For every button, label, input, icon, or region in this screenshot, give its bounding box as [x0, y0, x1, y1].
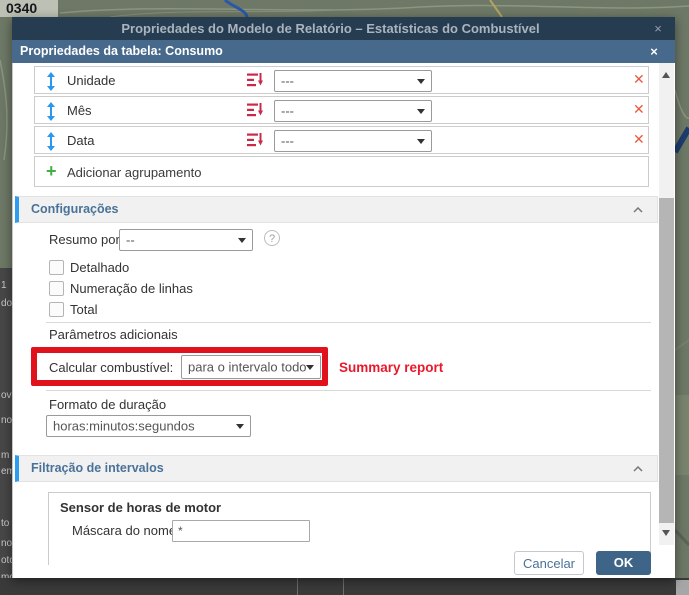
table-close-icon[interactable]: × — [644, 40, 664, 63]
dialog-body: Unidade --- ✕ Mês — [12, 63, 675, 578]
grouping-select[interactable]: --- — [274, 130, 432, 152]
checkbox-detailed[interactable] — [49, 260, 64, 275]
clipped-text: not — [1, 538, 12, 549]
engine-hours-title: Sensor de horas de motor — [60, 500, 221, 515]
grouping-select-value: --- — [281, 74, 294, 89]
grouping-row: Data --- ✕ — [34, 126, 649, 154]
name-mask-input[interactable] — [172, 520, 310, 542]
summary-by-label: Resumo por: — [49, 232, 123, 247]
chevron-up-icon — [633, 466, 643, 472]
column-divider — [343, 578, 344, 595]
duration-format-select[interactable]: horas:minutos:segundos — [46, 415, 251, 437]
background-bottom-panel — [0, 578, 689, 595]
table-properties-titlebar[interactable]: Propriedades da tabela: Consumo × — [12, 40, 675, 63]
checkbox-detailed-label: Detalhado — [70, 260, 129, 275]
chevron-down-icon — [238, 238, 246, 243]
add-grouping-label: Adicionar agrupamento — [67, 165, 201, 180]
chevron-down-icon — [236, 424, 244, 429]
report-template-title: Propriedades do Modelo de Relatório – Es… — [12, 17, 649, 40]
close-icon[interactable]: × — [648, 17, 668, 40]
chevron-down-icon — [417, 109, 425, 114]
settings-section-title: Configurações — [31, 197, 119, 222]
panel-corner — [676, 580, 689, 595]
clipped-text: no — [1, 415, 12, 426]
remove-grouping-icon[interactable]: ✕ — [633, 101, 645, 118]
help-icon[interactable]: ? — [264, 230, 280, 246]
remove-grouping-icon[interactable]: ✕ — [633, 131, 645, 148]
annotation-summary-report: Summary report — [339, 360, 443, 375]
grouping-row: Mês --- ✕ — [34, 96, 649, 124]
checkbox-total[interactable] — [49, 302, 64, 317]
grouping-label: Unidade — [67, 73, 115, 88]
chevron-up-icon — [633, 207, 643, 213]
scroll-up-icon[interactable] — [662, 72, 670, 78]
grouping-select[interactable]: --- — [274, 70, 432, 92]
report-template-dialog: Propriedades do Modelo de Relatório – Es… — [12, 17, 675, 578]
calc-fuel-value: para o intervalo todo — [188, 360, 307, 375]
duration-format-value: horas:minutos:segundos — [53, 419, 195, 434]
move-updown-icon[interactable] — [46, 132, 56, 156]
grouping-select-value: --- — [281, 134, 294, 149]
grouping-label: Data — [67, 133, 94, 148]
table-properties-title: Propriedades da tabela: Consumo — [20, 40, 223, 63]
chevron-down-icon — [306, 365, 314, 370]
clipped-text: do — [1, 298, 12, 309]
remove-grouping-icon[interactable]: ✕ — [633, 71, 645, 88]
move-updown-icon[interactable] — [46, 72, 56, 96]
additional-params-title: Parâmetros adicionais — [49, 327, 178, 342]
cancel-button[interactable]: Cancelar — [514, 551, 584, 575]
map-label: 0340 — [6, 0, 37, 16]
ok-button[interactable]: OK — [596, 551, 651, 575]
column-divider — [297, 578, 298, 595]
clipped-text: m r — [1, 450, 12, 461]
checkbox-total-label: Total — [70, 302, 97, 317]
clipped-text: ovi — [1, 390, 12, 401]
summary-by-value: -- — [126, 233, 135, 248]
name-mask-label: Máscara do nome — [72, 523, 176, 538]
clipped-text: to — [1, 518, 9, 529]
interval-filtering-section-header[interactable]: Filtração de intervalos — [15, 455, 658, 482]
chevron-down-icon — [417, 139, 425, 144]
clipped-text: oto — [1, 555, 12, 566]
clipped-text: em — [1, 466, 12, 477]
clipped-text: 1 — [1, 280, 7, 291]
scrollbar[interactable] — [659, 63, 674, 545]
grouping-select[interactable]: --- — [274, 100, 432, 122]
calc-fuel-select[interactable]: para o intervalo todo — [181, 355, 321, 379]
sort-icon[interactable] — [247, 132, 264, 153]
plus-icon: + — [46, 161, 57, 182]
sort-icon[interactable] — [247, 72, 264, 93]
grouping-label: Mês — [67, 103, 92, 118]
settings-section-header[interactable]: Configurações — [15, 196, 658, 223]
divider — [46, 322, 651, 323]
duration-format-label: Formato de duração — [49, 397, 166, 412]
interval-filtering-title: Filtração de intervalos — [31, 456, 164, 481]
divider — [46, 390, 651, 391]
grouping-row: Unidade --- ✕ — [34, 66, 649, 94]
chevron-down-icon — [417, 79, 425, 84]
summary-by-select[interactable]: -- — [119, 229, 253, 251]
grouping-select-value: --- — [281, 104, 294, 119]
add-grouping-button[interactable]: + Adicionar agrupamento — [34, 156, 649, 187]
report-template-titlebar[interactable]: Propriedades do Modelo de Relatório – Es… — [12, 17, 675, 40]
scroll-down-icon[interactable] — [662, 530, 670, 536]
checkbox-row-numbering-label: Numeração de linhas — [70, 281, 193, 296]
background-left-panel: 1 do ovi no m r em to not oto mot — [0, 268, 12, 595]
checkbox-row-numbering[interactable] — [49, 281, 64, 296]
move-updown-icon[interactable] — [46, 102, 56, 126]
sort-icon[interactable] — [247, 102, 264, 123]
scroll-thumb[interactable] — [659, 198, 674, 523]
calc-fuel-label: Calcular combustível: — [49, 360, 173, 375]
